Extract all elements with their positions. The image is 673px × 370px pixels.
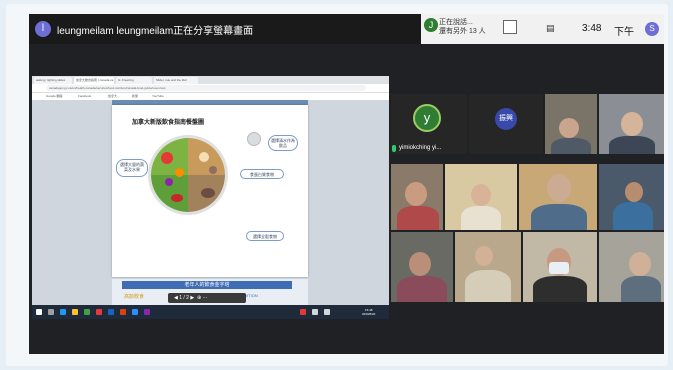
participant-body [461,206,501,230]
word-icon[interactable] [108,309,114,315]
banner-text-left: 高齡飲食 [124,294,145,300]
participant-body [397,276,447,302]
participant-tile[interactable] [519,164,597,230]
participant-face [629,252,651,276]
self-name-label: yimiokching yi... [399,145,442,151]
participant-body [551,138,591,154]
presentation-slide: 加拿大新版飲食指南餐盤圖 選擇大量的蔬菜及水果 選擇清水作為飲品 食蛋白質食物 … [112,105,308,277]
participant-count: 還有另外 13 人 [439,28,486,35]
participant-tile[interactable] [545,94,597,154]
callout-vegetables: 選擇大量的蔬菜及水果 [116,159,148,177]
browser-url-bar: canadagov.gc.ca/en/health-canada/service… [32,84,389,93]
presenter-avatar: l [35,21,51,37]
water-cup-image [247,132,261,146]
banner-title: 老年人的飲食金字塔 [122,281,292,289]
browser-tab-strip: asking | lighting slides 加拿大飲食指南 | canad… [32,76,389,84]
bookmark-item[interactable]: Google 翻譯 [46,94,63,98]
edge-icon[interactable] [60,309,66,315]
tray-icon[interactable] [300,309,306,315]
participant-tile[interactable] [599,164,664,230]
participant-tile[interactable] [391,232,453,302]
participant-face [547,174,571,202]
participant-body [397,206,439,230]
callout-protein: 食蛋白質食物 [240,169,284,179]
bookmark-item[interactable]: Facebook [78,94,91,98]
share-screen-icon[interactable] [503,20,517,34]
windows-taskbar: 15:48 2020/8/20 [32,305,389,319]
chat-icon[interactable]: ▤ [546,23,555,34]
screen-share-status: leungmeilam leungmeilam正在分享螢幕畫面 [57,26,254,37]
app-icon[interactable] [144,309,150,315]
participant-body [621,276,661,302]
participant-tile[interactable]: 振興 [469,94,543,154]
bookmark-item[interactable]: 加拿大… [108,94,120,98]
volume-icon[interactable] [324,309,330,315]
participant-tile[interactable] [391,164,443,230]
participant-tile[interactable] [599,94,664,154]
face-mask [549,262,569,274]
participant-avatar: 振興 [495,108,517,130]
address-field[interactable]: canadagov.gc.ca/en/health-canada/service… [46,85,366,91]
taskbar-clock: 15:48 2020/8/20 [362,308,375,316]
browser-tab[interactable]: G: Freezing [116,77,152,84]
participant-face [621,112,643,136]
speaking-status: 正在說話... [439,19,473,26]
zoom-meeting-window: l leungmeilam leungmeilam正在分享螢幕畫面 J 正在說話… [29,14,664,354]
user-avatar[interactable]: S [645,22,659,36]
bookmark-item[interactable]: YouTube [152,94,164,98]
shared-screen: asking | lighting slides 加拿大飲食指南 | canad… [32,76,389,319]
tomato-image [161,152,173,164]
clock-ampm: 下午 [614,27,634,38]
participant-body [609,136,655,154]
clock-time: 3:48 [582,23,602,34]
participant-face [559,118,579,138]
chrome-icon[interactable] [84,309,90,315]
participants-summary[interactable]: 正在說話... 還有另外 13 人 [439,18,486,36]
bookmark-item[interactable]: 新聞 [132,94,138,98]
participant-body [613,202,653,230]
app-icon[interactable] [96,309,102,315]
browser-tab[interactable]: Slide | rule and the 2k2 [154,77,198,84]
participant-face [475,246,493,266]
participant-tile[interactable] [523,232,597,302]
orange-image [175,168,184,177]
slide-controls[interactable]: ◀ 1 / 2 ▶ ⊕ ⋯ [168,293,246,303]
powerpoint-icon[interactable] [120,309,126,315]
slide-title: 加拿大新版飲食指南餐盤圖 [132,120,205,126]
food-plate-image [148,135,228,215]
taskbar-date: 2020/8/20 [362,312,376,316]
zoom-icon[interactable] [132,309,138,315]
browser-tab[interactable]: asking | lighting slides [34,77,72,84]
self-avatar: y [413,104,441,132]
search-icon[interactable] [48,309,54,315]
participant-face [471,184,491,206]
egg-image [199,152,209,162]
participant-body [465,270,511,302]
participant-face [405,182,427,206]
participant-tile[interactable] [599,232,664,302]
participant-face [625,182,643,202]
mic-active-icon [392,145,396,152]
active-speaker-avatar[interactable]: J [424,18,438,32]
slide-page-indicator: 1 / 2 [179,295,189,301]
participant-body [533,276,587,302]
participant-face [409,252,431,276]
folder-icon[interactable] [72,309,78,315]
bookmarks-bar: Google 翻譯 Facebook 加拿大… 新聞 YouTube [32,93,389,100]
browser-tab-active[interactable]: 加拿大飲食指南 | canada.ca [74,77,114,84]
start-icon[interactable] [36,309,42,315]
participant-body [531,204,587,230]
grain-image [201,188,215,198]
callout-grains: 選擇全穀食物 [246,231,284,241]
nut-image [209,166,217,174]
callout-water: 選擇清水作為飲品 [268,135,298,151]
participant-tile[interactable] [445,164,517,230]
grape-image [165,178,173,186]
screenshot-frame: l leungmeilam leungmeilam正在分享螢幕畫面 J 正在說話… [6,4,668,366]
network-icon[interactable] [312,309,318,315]
berry-image [171,194,183,202]
participant-tile[interactable] [455,232,521,302]
